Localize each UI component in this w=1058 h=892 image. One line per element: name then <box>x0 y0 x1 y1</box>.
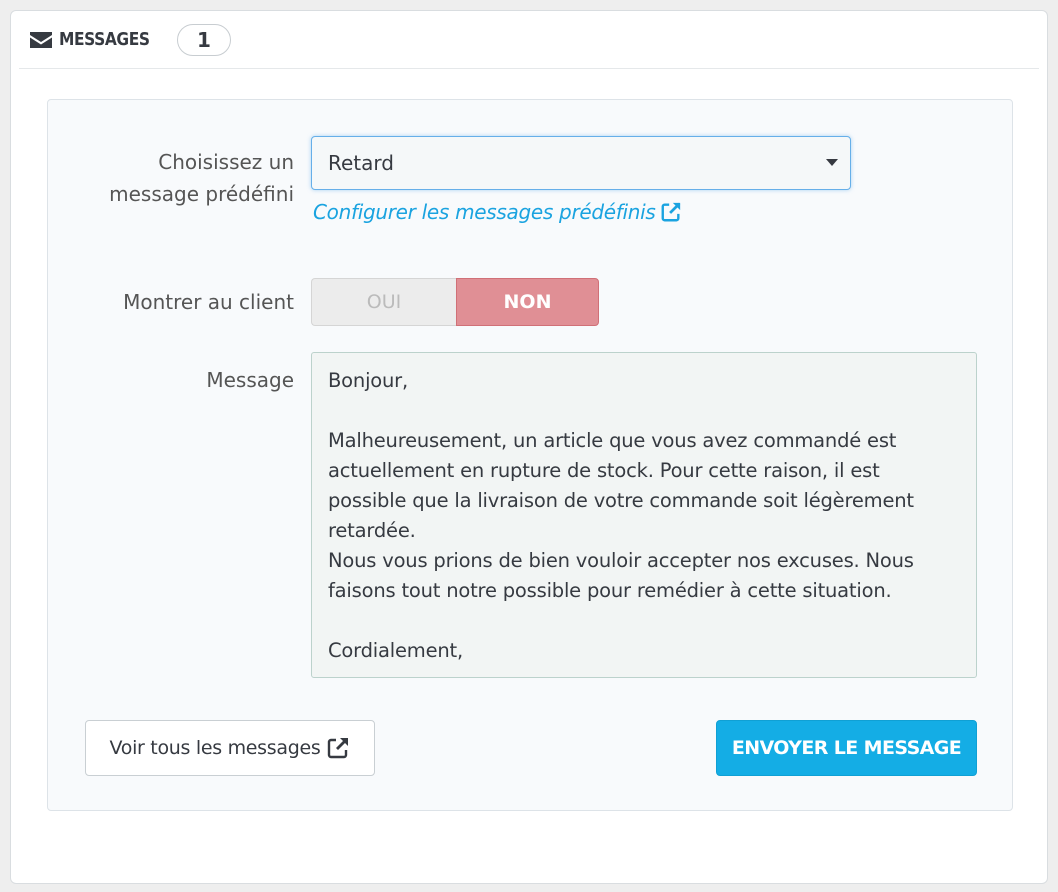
show-to-client-toggle: OUI NON <box>311 278 599 326</box>
view-all-messages-button[interactable]: Voir tous les messages <box>85 720 375 776</box>
configure-predefined-link[interactable]: Configurer les messages prédéfinis <box>313 200 682 224</box>
message-textarea[interactable]: Bonjour, Malheureusement, un article que… <box>311 352 977 678</box>
message-label: Message <box>206 368 294 392</box>
message-line: faisons tout notre possible pour remédie… <box>328 579 892 602</box>
message-line: possible que la livraison de votre comma… <box>328 489 914 512</box>
message-line: Bonjour, <box>328 369 408 392</box>
panel-title: MESSAGES <box>59 29 150 50</box>
external-link-icon <box>661 202 680 222</box>
message-line: Nous vous prions de bien vouloir accepte… <box>328 549 914 572</box>
show-to-client-label: Montrer au client <box>123 290 294 314</box>
select-value: Retard <box>328 151 394 175</box>
external-link-icon <box>328 738 349 759</box>
message-form: Choisissez un message prédéfini Retard C… <box>47 99 1013 811</box>
messages-panel: MESSAGES 1 Choisissez un message prédéfi… <box>10 10 1048 884</box>
message-line: retardée. <box>328 519 416 542</box>
message-line: actuellement en rupture de stock. Pour c… <box>328 459 880 482</box>
message-line: Cordialement, <box>328 639 463 662</box>
panel-heading: MESSAGES 1 <box>19 11 1039 69</box>
predefined-message-select[interactable]: Retard <box>311 136 851 190</box>
toggle-no-option[interactable]: NON <box>456 278 599 326</box>
message-line: Malheureusement, un article que vous ave… <box>328 429 897 452</box>
envelope-icon <box>30 31 52 48</box>
predefined-message-label: Choisissez un message prédéfini <box>109 150 294 206</box>
toggle-yes-option[interactable]: OUI <box>311 278 456 326</box>
message-count-badge: 1 <box>177 23 231 56</box>
send-message-button[interactable]: ENVOYER LE MESSAGE <box>716 720 977 776</box>
caret-down-icon <box>826 159 838 166</box>
